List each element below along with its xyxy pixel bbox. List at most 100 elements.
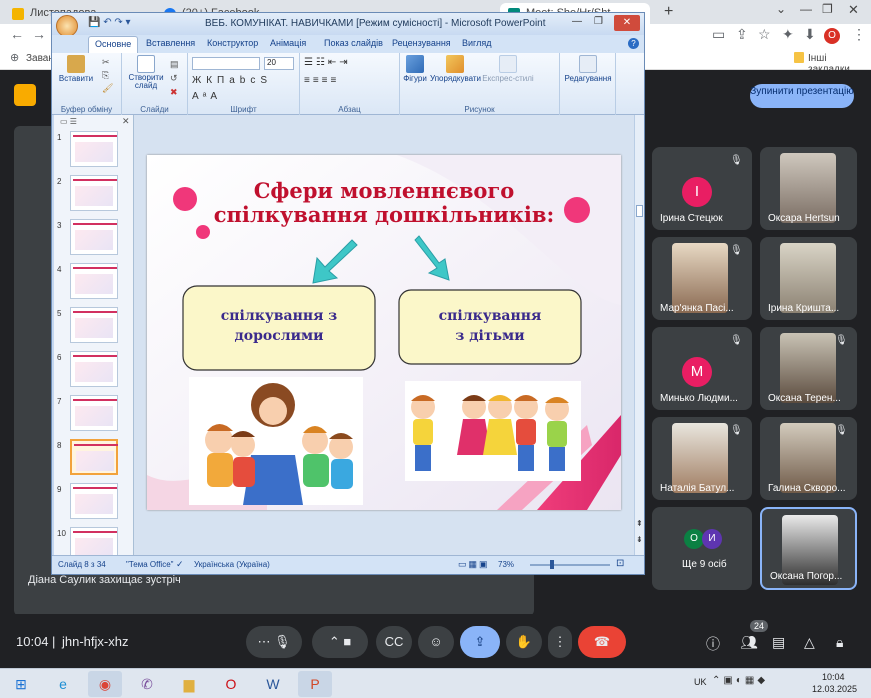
- explorer-icon[interactable]: ▆: [172, 671, 206, 697]
- participant-tile[interactable]: 🎙︎ Наталія Батул...: [652, 417, 752, 500]
- chat-icon[interactable]: ▤: [772, 634, 785, 651]
- spellcheck-icon[interactable]: ✓: [176, 559, 184, 570]
- new-slide-button[interactable]: Створити слайд: [126, 55, 166, 90]
- stop-presenting-button[interactable]: Зупинити презентацію: [750, 84, 854, 108]
- slide-thumbnail[interactable]: [70, 219, 118, 255]
- slide-thumbnail[interactable]: [70, 483, 118, 519]
- font-color-buttons[interactable]: AᵃA: [192, 91, 221, 102]
- raise-hand-button[interactable]: ✋: [506, 626, 542, 658]
- participant-tile-speaking[interactable]: Оксана Погор...: [760, 507, 857, 590]
- activities-icon[interactable]: △: [804, 634, 815, 651]
- fit-window-icon[interactable]: ⊡: [616, 558, 624, 569]
- apps-icon[interactable]: ⊕: [10, 51, 19, 64]
- copy-icon[interactable]: ⎘: [102, 70, 109, 81]
- tab-animation[interactable]: Анімація: [270, 38, 306, 48]
- zoom-slider[interactable]: [530, 564, 610, 566]
- participant-tile[interactable]: 🎙︎ Галина Скворо...: [760, 417, 857, 500]
- info-icon[interactable]: ⓘ: [706, 634, 720, 654]
- viber-icon[interactable]: ✆: [130, 671, 164, 697]
- tray-icons[interactable]: ⌃▣◐▦◆: [712, 675, 768, 686]
- downloads-icon[interactable]: ⬇: [804, 26, 816, 43]
- powerpoint-icon[interactable]: P: [298, 671, 332, 697]
- keyboard-language[interactable]: UK: [694, 677, 707, 687]
- slide-thumbnail[interactable]: [70, 395, 118, 431]
- shapes-button[interactable]: Фігури: [400, 55, 430, 83]
- slides-tab-icon[interactable]: ▭ ☰: [60, 117, 77, 126]
- tab-search-icon[interactable]: ⌄: [776, 2, 786, 16]
- more-participants-tile[interactable]: О И Ще 9 осіб: [652, 507, 752, 590]
- share-icon[interactable]: ⇪: [736, 26, 748, 43]
- quick-styles-button[interactable]: Експрес-стилі: [482, 55, 534, 83]
- slide-canvas[interactable]: Сфери мовленнєвого спілкування дошкільни…: [147, 155, 621, 510]
- start-icon[interactable]: ⊞: [4, 671, 38, 697]
- slide-thumbnail[interactable]: [70, 175, 118, 211]
- host-controls-icon[interactable]: 🔒︎: [836, 634, 843, 651]
- slide-thumbnail[interactable]: [70, 131, 118, 167]
- ppt-restore-icon[interactable]: ❐: [594, 16, 603, 27]
- pane-close-icon[interactable]: ✕: [122, 116, 130, 127]
- tab-insert[interactable]: Вставлення: [146, 38, 195, 48]
- participant-tile[interactable]: 🎙︎ М Минько Людми...: [652, 327, 752, 410]
- camera-button[interactable]: ⌃ ■: [312, 626, 368, 658]
- leave-call-button[interactable]: ☎: [578, 626, 626, 658]
- zoom-level[interactable]: 73%: [498, 560, 514, 569]
- back-icon[interactable]: ←: [10, 26, 24, 42]
- more-options-button[interactable]: ⋮: [548, 626, 572, 658]
- participant-tile[interactable]: Ірина Кришта...: [760, 237, 857, 320]
- tab-design[interactable]: Конструктор: [207, 38, 258, 48]
- align-buttons[interactable]: ≡≡≡≡: [304, 75, 339, 86]
- people-icon[interactable]: 👥︎: [740, 634, 758, 651]
- emoji-button[interactable]: ☺: [418, 626, 454, 658]
- mic-button[interactable]: ⋯ 🎙︎: [246, 626, 302, 658]
- cast-icon[interactable]: ▭: [712, 26, 725, 43]
- present-button[interactable]: ⇪: [460, 626, 500, 658]
- tab-slideshow[interactable]: Показ слайдів: [324, 38, 383, 48]
- tab-review[interactable]: Рецензування: [392, 38, 451, 48]
- list-buttons[interactable]: ☰☷⇤⇥: [304, 57, 351, 68]
- font-name-field[interactable]: [192, 57, 260, 70]
- slide-thumbnail[interactable]: [70, 307, 118, 343]
- profile-avatar[interactable]: О: [824, 28, 840, 44]
- office-button[interactable]: [56, 15, 78, 37]
- captions-button[interactable]: CC: [376, 626, 412, 658]
- participant-tile[interactable]: 🎙︎ Мар'янка Пасі...: [652, 237, 752, 320]
- slide-thumbnail[interactable]: [70, 439, 118, 475]
- tab-home[interactable]: Основне: [88, 36, 139, 53]
- tab-view[interactable]: Вигляд: [462, 38, 492, 48]
- font-size-field[interactable]: 20: [264, 57, 294, 70]
- participant-tile[interactable]: 🎙︎ І Ірина Стецюк: [652, 147, 752, 230]
- close-icon[interactable]: ✕: [848, 2, 859, 18]
- minimize-icon[interactable]: —: [800, 2, 812, 16]
- ie-icon[interactable]: e: [46, 671, 80, 697]
- format-painter-icon[interactable]: 🖌︎: [102, 83, 113, 94]
- menu-icon[interactable]: ⋮: [852, 26, 866, 43]
- scroll-thumb[interactable]: [636, 205, 643, 217]
- next-slide-icon[interactable]: ⇟: [636, 535, 643, 544]
- maximize-icon[interactable]: ❐: [822, 2, 833, 16]
- bookmark-star-icon[interactable]: ☆: [758, 26, 771, 43]
- word-icon[interactable]: W: [256, 671, 290, 697]
- help-icon[interactable]: ?: [628, 38, 639, 49]
- ppt-minimize-icon[interactable]: —: [572, 16, 582, 27]
- ppt-close-icon[interactable]: ✕: [614, 15, 640, 31]
- prev-slide-icon[interactable]: ⇞: [636, 519, 643, 528]
- chrome-icon[interactable]: ◉: [88, 671, 122, 697]
- vertical-scrollbar[interactable]: ⇞ ⇟: [634, 115, 644, 555]
- reset-icon[interactable]: ↺: [170, 73, 178, 84]
- view-buttons[interactable]: ▭▦▣: [458, 559, 490, 570]
- extensions-icon[interactable]: ✦: [782, 26, 794, 43]
- delete-slide-icon[interactable]: ✖: [170, 87, 178, 98]
- quick-access-icons[interactable]: 💾 ↶ ↷ ▾: [88, 17, 131, 28]
- arrange-button[interactable]: Упорядкувати: [430, 55, 481, 83]
- format-buttons[interactable]: ЖКПabcS: [192, 75, 272, 86]
- participant-tile[interactable]: Оксара Hertsun: [760, 147, 857, 230]
- forward-icon[interactable]: →: [32, 26, 46, 42]
- zoom-slider-thumb[interactable]: [550, 560, 554, 569]
- new-tab-icon[interactable]: +: [664, 3, 673, 21]
- participant-tile[interactable]: 🎙︎ Оксана Терен...: [760, 327, 857, 410]
- editing-button[interactable]: Редагування: [564, 55, 612, 83]
- cut-icon[interactable]: ✂: [102, 57, 110, 68]
- slide-thumbnail[interactable]: [70, 351, 118, 387]
- layout-icon[interactable]: ▤: [170, 59, 179, 70]
- language[interactable]: Українська (Україна): [194, 560, 270, 569]
